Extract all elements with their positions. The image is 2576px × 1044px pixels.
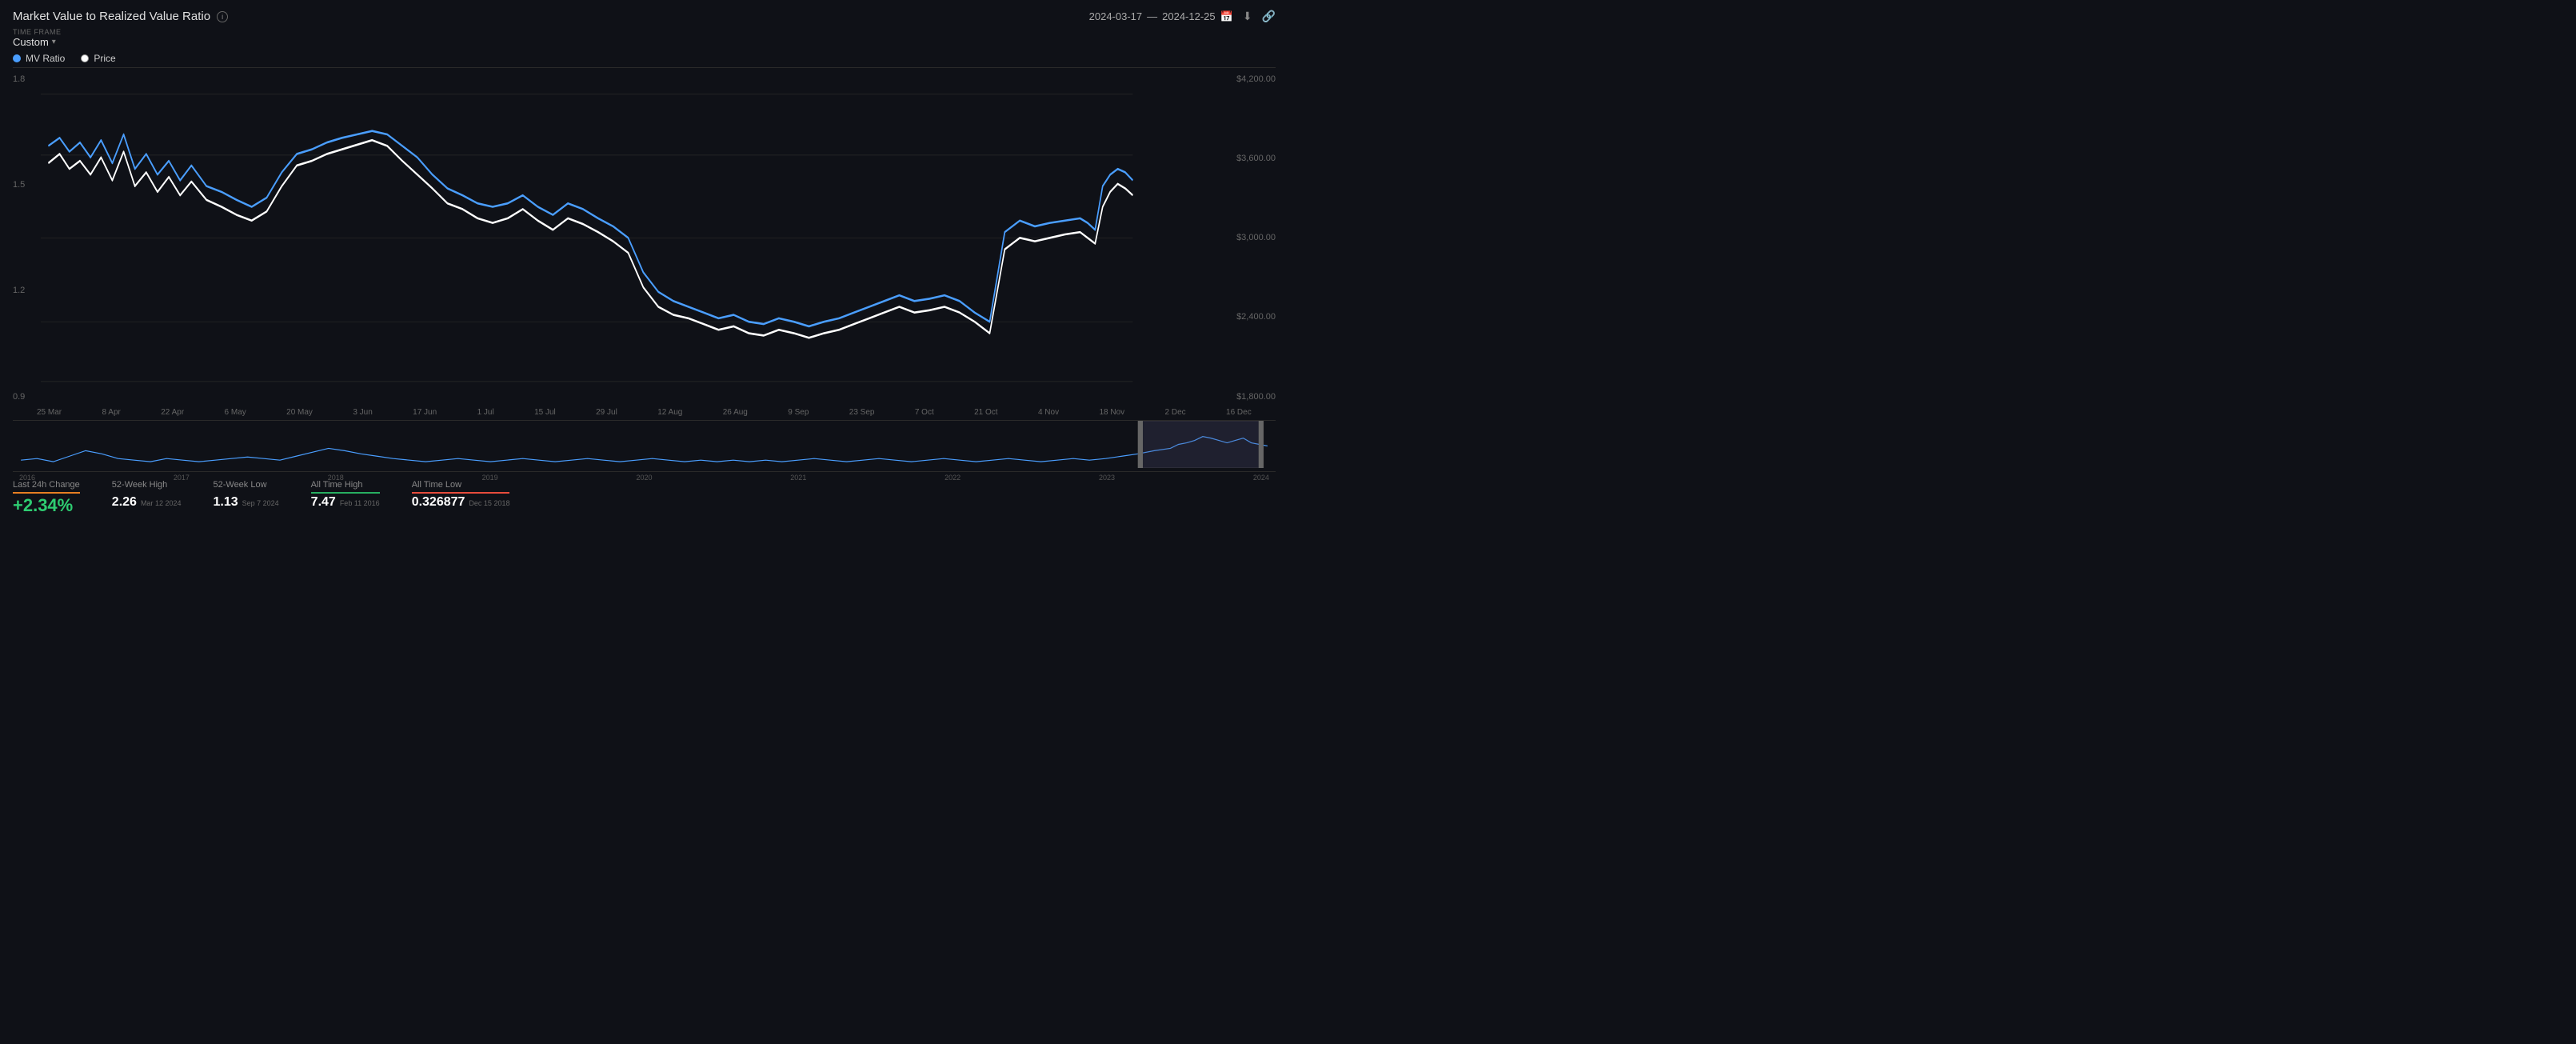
mini-label-2022: 2022 [945,474,961,482]
stat-24h-underline [13,492,80,494]
stat-atl: All Time Low 0.326877 Dec 15 2018 [412,480,510,510]
main-chart-svg [13,71,1276,405]
y-left-2: 1.5 [13,180,37,190]
mini-label-2020: 2020 [636,474,652,482]
main-chart: 1.8 1.5 1.2 0.9 $4,200.00 $3,600.00 $3,0… [13,71,1276,405]
x-label-7: 1 Jul [477,408,494,417]
download-icon[interactable]: ⬇ [1243,10,1252,23]
header: Market Value to Realized Value Ratio i 2… [13,10,1276,23]
chevron-down-icon: ▾ [52,38,56,46]
mini-label-2021: 2021 [790,474,806,482]
stat-atl-value: 0.326877 [412,495,465,510]
stat-52w-high: 52-Week High 2.26 Mar 12 2024 [112,480,182,510]
y-right-5: $1,800.00 [1220,392,1276,402]
stat-ath-date: Feb 11 2016 [340,499,380,507]
stat-52w-high-value: 2.26 [112,495,137,510]
mini-label-2018: 2018 [328,474,344,482]
x-label-9: 29 Jul [596,408,617,417]
legend-row: MV Ratio Price [13,53,1276,68]
legend-item-mv-ratio: MV Ratio [13,53,65,64]
stat-ath-underline [311,492,380,494]
y-axis-right: $4,200.00 $3,600.00 $3,000.00 $2,400.00 … [1220,71,1276,405]
mini-label-2017: 2017 [174,474,190,482]
header-right: 2024-03-17 — 2024-12-25 📅 ⬇ 🔗 [1089,10,1276,23]
y-left-3: 1.2 [13,286,37,295]
stat-ath: All Time High 7.47 Feb 11 2016 [311,480,380,510]
mini-label-2016: 2016 [19,474,35,482]
stat-52w-high-date: Mar 12 2024 [141,499,182,507]
stat-atl-date: Dec 15 2018 [469,499,509,507]
x-label-0: 25 Mar [37,408,62,417]
x-label-10: 12 Aug [657,408,682,417]
mini-chart: 2016 2017 2018 2019 2020 2021 2022 2023 … [13,420,1276,468]
x-label-19: 16 Dec [1226,408,1252,417]
stat-24h-change: Last 24h Change +2.34% [13,480,80,516]
y-right-4: $2,400.00 [1220,312,1276,322]
y-left-1: 1.8 [13,74,37,84]
legend-item-price: Price [81,53,115,64]
page-title: Market Value to Realized Value Ratio [13,10,210,23]
mini-chart-svg [13,421,1276,468]
timeframe-value: Custom [13,36,49,48]
x-label-15: 21 Oct [974,408,997,417]
mini-label-2019: 2019 [482,474,498,482]
mini-label-2023: 2023 [1099,474,1115,482]
legend-dot-white [81,54,89,62]
x-label-5: 3 Jun [353,408,372,417]
x-label-14: 7 Oct [915,408,934,417]
y-axis-left: 1.8 1.5 1.2 0.9 [13,71,37,405]
y-right-2: $3,600.00 [1220,154,1276,163]
timeframe-select[interactable]: Custom ▾ [13,36,1276,48]
mini-mv-ratio-line [21,436,1268,461]
mini-label-2024: 2024 [1253,474,1269,482]
mini-labels: 2016 2017 2018 2019 2020 2021 2022 2023 … [13,474,1276,482]
x-label-17: 18 Nov [1099,408,1124,417]
chart-area: 1.8 1.5 1.2 0.9 $4,200.00 $3,600.00 $3,0… [13,71,1276,516]
x-label-1: 8 Apr [102,408,121,417]
stat-ath-value: 7.47 [311,495,336,510]
x-label-11: 26 Aug [723,408,748,417]
calendar-icon[interactable]: 📅 [1220,10,1233,23]
x-label-16: 4 Nov [1038,408,1059,417]
y-right-1: $4,200.00 [1220,74,1276,84]
timeframe-label: TIME FRAME [13,28,1276,36]
date-start: 2024-03-17 [1089,10,1143,22]
stat-24h-value: +2.34% [13,495,80,516]
x-label-18: 2 Dec [1165,408,1186,417]
x-label-2: 22 Apr [161,408,184,417]
date-end: 2024-12-25 [1162,10,1216,22]
x-axis: 25 Mar 8 Apr 22 Apr 6 May 20 May 3 Jun 1… [13,405,1276,417]
stat-atl-underline [412,492,510,494]
info-icon[interactable]: i [217,11,228,22]
legend-dot-blue [13,54,21,62]
stat-52w-low: 52-Week Low 1.13 Sep 7 2024 [213,480,278,510]
stat-52w-low-value: 1.13 [213,495,238,510]
x-label-8: 15 Jul [534,408,556,417]
timeframe-wrapper: TIME FRAME Custom ▾ [13,28,1276,48]
title-row: Market Value to Realized Value Ratio i [13,10,228,23]
main-container: Market Value to Realized Value Ratio i 2… [0,0,1288,522]
x-label-12: 9 Sep [788,408,809,417]
legend-label-mv-ratio: MV Ratio [26,53,65,64]
date-range: 2024-03-17 — 2024-12-25 📅 [1089,10,1233,23]
date-separator: — [1147,10,1157,22]
chart-svg-container: 1.8 1.5 1.2 0.9 $4,200.00 $3,600.00 $3,0… [13,71,1276,405]
legend-label-price: Price [94,53,115,64]
x-label-13: 23 Sep [849,408,875,417]
stat-52w-low-date: Sep 7 2024 [242,499,279,507]
x-label-6: 17 Jun [413,408,437,417]
y-right-3: $3,000.00 [1220,233,1276,242]
x-label-4: 20 May [286,408,313,417]
link-icon[interactable]: 🔗 [1262,10,1276,23]
x-label-3: 6 May [225,408,246,417]
y-left-4: 0.9 [13,392,37,402]
